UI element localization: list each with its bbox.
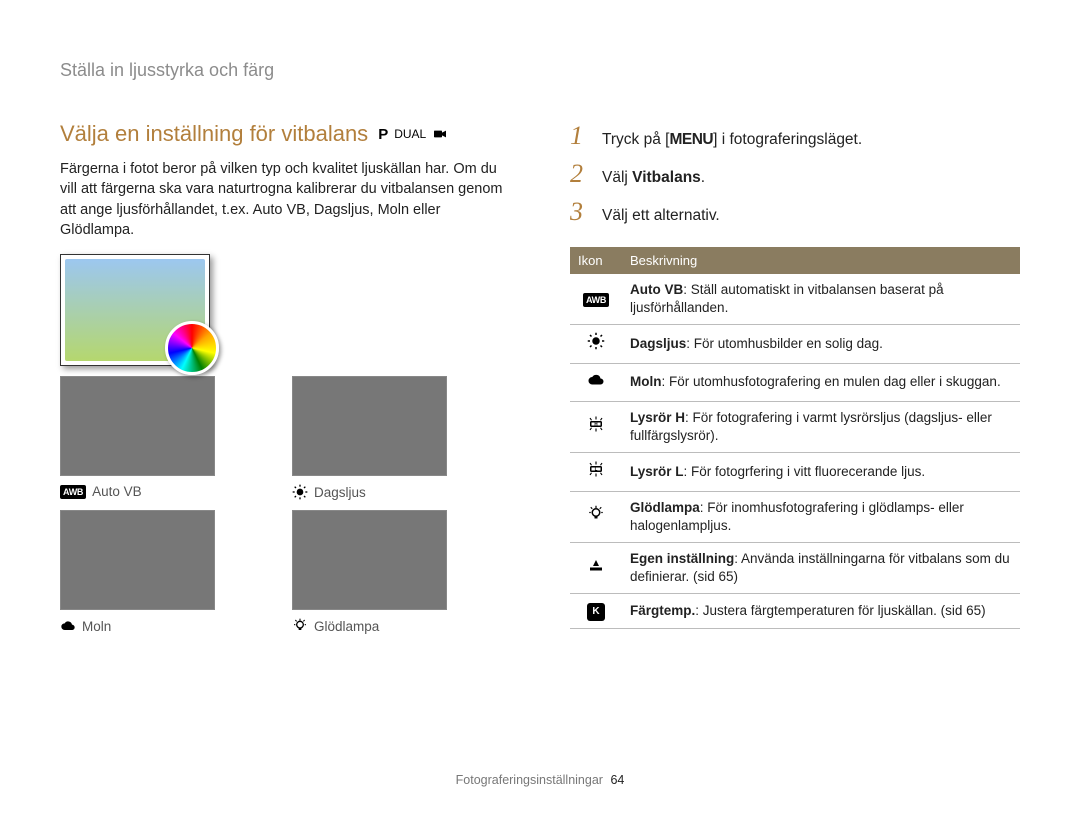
sun-icon <box>587 332 605 350</box>
table-cell-desc: Färgtemp.: Justera färgtemperaturen för … <box>622 594 1020 629</box>
table-row: Glödlampa: För inomhusfotografering i gl… <box>570 491 1020 542</box>
footer-section: Fotograferingsinställningar <box>456 773 603 787</box>
fluorescent-h-icon <box>587 415 605 433</box>
example-tungsten-label: Glödlampa <box>314 619 379 634</box>
awb-icon: AWB <box>60 485 86 499</box>
example-cloudy: Moln <box>60 510 215 634</box>
table-row: Dagsljus: För utomhusbilder en solig dag… <box>570 325 1020 363</box>
table-row: AWB Auto VB: Ställ automatiskt in vitbala… <box>570 274 1020 325</box>
step-2: 2 Välj Vitbalans. <box>570 159 1020 189</box>
page-footer: Fotograferingsinställningar 64 <box>0 773 1080 787</box>
table-cell-icon <box>570 401 622 452</box>
step-3-text: Välj ett alternativ. <box>602 207 720 225</box>
table-cell-desc: Egen inställning: Använda inställningarn… <box>622 542 1020 593</box>
footer-page-number: 64 <box>610 773 624 787</box>
color-wheel-icon <box>165 321 219 375</box>
left-column: Välja en inställning för vitbalans P DUA… <box>60 121 510 634</box>
breadcrumb: Ställa in ljusstyrka och färg <box>60 60 1020 81</box>
awb-icon: AWB <box>583 293 609 307</box>
example-cloudy-label: Moln <box>82 619 111 634</box>
table-head-desc: Beskrivning <box>622 247 1020 274</box>
example-cloudy-image <box>60 510 215 610</box>
section-title: Välja en inställning för vitbalans P DUA… <box>60 121 510 147</box>
intro-text: Färgerna i fotot beror på vilken typ och… <box>60 159 510 240</box>
table-cell-desc: Dagsljus: För utomhusbilder en solig dag… <box>622 325 1020 363</box>
table-cell-desc: Glödlampa: För inomhusfotografering i gl… <box>622 491 1020 542</box>
example-daylight-label: Dagsljus <box>314 485 366 500</box>
cloud-icon <box>60 618 76 634</box>
table-row: Moln: För utomhusfotografering en mulen … <box>570 363 1020 401</box>
table-cell-desc: Lysrör H: För fotografering i varmt lysr… <box>622 401 1020 452</box>
table-row: Egen inställning: Använda inställningarn… <box>570 542 1020 593</box>
cloud-icon <box>587 371 605 389</box>
table-row: Lysrör L: För fotogrfering i vitt fluore… <box>570 453 1020 491</box>
table-cell-icon <box>570 542 622 593</box>
step-list: 1 Tryck på [MENU] i fotograferingsläget.… <box>570 121 1020 227</box>
example-tungsten: Glödlampa <box>292 510 447 634</box>
example-daylight-image <box>292 376 447 476</box>
step-1: 1 Tryck på [MENU] i fotograferingsläget. <box>570 121 1020 151</box>
mode-p-icon: P <box>378 126 388 143</box>
mode-badges: P DUAL <box>378 126 448 143</box>
mode-dual-icon: DUAL <box>394 127 426 141</box>
step-2-keyword: Vitbalans <box>632 169 701 186</box>
step-2-number: 2 <box>570 159 592 189</box>
step-2-text-a: Välj <box>602 169 632 186</box>
section-title-text: Välja en inställning för vitbalans <box>60 121 368 147</box>
table-cell-icon <box>570 363 622 401</box>
illustration-hero <box>60 254 210 366</box>
table-cell-icon: AWB <box>570 274 622 325</box>
bulb-icon <box>587 505 605 523</box>
bulb-icon <box>292 618 308 634</box>
table-cell-desc: Moln: För utomhusfotografering en mulen … <box>622 363 1020 401</box>
table-cell-desc: Lysrör L: För fotogrfering i vitt fluore… <box>622 453 1020 491</box>
step-2-text-c: . <box>701 169 705 186</box>
custom-wb-icon <box>587 557 605 575</box>
table-cell-icon <box>570 453 622 491</box>
fluorescent-l-icon <box>587 460 605 478</box>
step-1-text-a: Tryck på [ <box>602 131 669 148</box>
video-mode-icon <box>432 126 448 142</box>
example-auto-image <box>60 376 215 476</box>
sun-icon <box>292 484 308 500</box>
table-row: K Färgtemp.: Justera färgtemperaturen för… <box>570 594 1020 629</box>
menu-button-label: MENU <box>669 131 713 148</box>
example-auto-label: Auto VB <box>92 484 142 499</box>
step-1-number: 1 <box>570 121 592 151</box>
example-auto: AWB Auto VB <box>60 376 215 500</box>
step-1-text-b: ] i fotograferingsläget. <box>713 131 862 148</box>
table-cell-icon <box>570 325 622 363</box>
table-row: Lysrör H: För fotografering i varmt lysr… <box>570 401 1020 452</box>
table-cell-icon <box>570 491 622 542</box>
table-cell-desc: Auto VB: Ställ automatiskt in vitbalanse… <box>622 274 1020 325</box>
example-daylight: Dagsljus <box>292 376 447 500</box>
table-head-icon: Ikon <box>570 247 622 274</box>
step-3-number: 3 <box>570 197 592 227</box>
right-column: 1 Tryck på [MENU] i fotograferingsläget.… <box>570 121 1020 634</box>
k-badge-icon: K <box>587 603 604 621</box>
table-cell-icon: K <box>570 594 622 629</box>
step-3: 3 Välj ett alternativ. <box>570 197 1020 227</box>
options-table: Ikon Beskrivning AWB Auto VB: Ställ autom… <box>570 247 1020 629</box>
example-tungsten-image <box>292 510 447 610</box>
